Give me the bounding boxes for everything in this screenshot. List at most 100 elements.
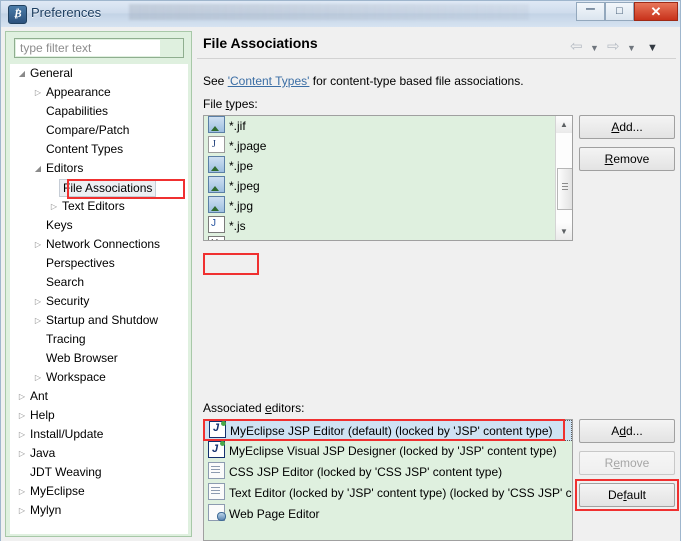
sidebar-item-tracing[interactable]: Tracing	[10, 330, 188, 349]
sidebar-item-java[interactable]: ▷ Java	[10, 444, 188, 463]
expand-arrow-icon[interactable]: ▷	[32, 292, 44, 311]
associated-editor-label: CSS JSP Editor (locked by 'CSS JSP' cont…	[229, 465, 503, 479]
file-type-row[interactable]: *.jpeg	[204, 176, 572, 196]
sidebar-item-jdt-weaving[interactable]: JDT Weaving	[10, 463, 188, 482]
expand-arrow-icon[interactable]: ▷	[16, 406, 28, 425]
sidebar-item-myeclipse[interactable]: ▷ MyEclipse	[10, 482, 188, 501]
sidebar-item-mylyn[interactable]: ▷ Mylyn	[10, 501, 188, 520]
preferences-tree[interactable]: ◢ General ▷ Appearance Capabilities Compare/P…	[10, 64, 188, 534]
associated-editor-label: MyEclipse Visual JSP Designer (locked by…	[229, 444, 557, 458]
file-types-list[interactable]: *.jif*.jpage*.jpe*.jpeg*.jpg*.js*.jsf*.j…	[203, 115, 573, 241]
forward-glyph: ⇨	[607, 38, 620, 55]
associated-editor-row[interactable]: CSS JSP Editor (locked by 'CSS JSP' cont…	[204, 462, 572, 483]
sidebar-item-keys[interactable]: Keys	[10, 216, 188, 235]
scroll-up-icon[interactable]: ▲	[556, 116, 572, 133]
file-type-row[interactable]: *.jsf	[204, 234, 572, 240]
sidebar-item-workspace[interactable]: ▷ Workspace	[10, 368, 188, 387]
window-title-bar: ₿ Preferences – □ ✕	[1, 1, 680, 28]
expand-arrow-icon[interactable]: ▷	[16, 501, 28, 520]
page-menu-icon[interactable]: ▼	[647, 40, 658, 54]
expand-arrow-icon[interactable]: ▷	[48, 197, 60, 216]
sidebar-item-install-update[interactable]: ▷ Install/Update	[10, 425, 188, 444]
expand-arrow-icon[interactable]: ▷	[32, 83, 44, 102]
back-glyph: ⇦	[570, 38, 583, 55]
file-type-row[interactable]: *.jpg	[204, 196, 572, 216]
expand-arrow-icon[interactable]: ▷	[16, 482, 28, 501]
expand-arrow-icon[interactable]: ▷	[32, 311, 44, 330]
sidebar-item-label: File Associations	[59, 179, 157, 197]
file-type-row[interactable]: *.jpage	[204, 135, 572, 156]
close-button[interactable]: ✕	[634, 2, 678, 21]
forward-dropdown-icon[interactable]: ▼	[627, 40, 636, 54]
expand-arrow-icon[interactable]: ▷	[16, 425, 28, 444]
file-type-label: *.jsf	[229, 239, 249, 240]
sidebar-item-label: Tracing	[46, 332, 86, 346]
file-type-label: *.jpeg	[229, 179, 260, 193]
expand-arrow-icon[interactable]: ▷	[32, 235, 44, 254]
filter-input-wrapper[interactable]: type filter text	[14, 38, 184, 58]
jsp-editor-icon	[208, 439, 225, 460]
remove-file-type-button[interactable]: Remove	[579, 147, 675, 171]
annotation-jsp-row	[203, 253, 259, 275]
add-editor-button[interactable]: Add...	[579, 419, 675, 443]
image-icon	[208, 196, 225, 213]
collapse-arrow-icon[interactable]: ◢	[16, 64, 28, 83]
associated-editor-row[interactable]: MyEclipse JSP Editor (default) (locked b…	[204, 420, 572, 441]
file-associations-page: File Associations ⇦ ▼ ⇨ ▼ ▼ See 'Content…	[197, 31, 679, 541]
file-type-row[interactable]: *.jif	[204, 116, 572, 136]
expand-arrow-icon[interactable]: ▷	[16, 444, 28, 463]
associated-editor-row[interactable]: Text Editor (locked by 'JSP' content typ…	[204, 483, 572, 504]
sidebar-item-editors[interactable]: ◢ Editors	[10, 159, 188, 178]
maximize-button[interactable]: □	[605, 2, 634, 21]
sidebar-item-help[interactable]: ▷ Help	[10, 406, 188, 425]
associated-editors-list[interactable]: MyEclipse JSP Editor (default) (locked b…	[203, 419, 573, 541]
jsp-editor-icon	[209, 420, 226, 438]
scrollbar-thumb[interactable]	[557, 168, 572, 210]
sidebar-item-label: MyEclipse	[30, 484, 85, 498]
sidebar-item-label: Search	[46, 275, 85, 289]
dialog-body: type filter text ◢ General ▷ Appearance Capa…	[1, 27, 680, 541]
add-file-type-button[interactable]: Add...	[579, 115, 675, 139]
sidebar-item-content-types[interactable]: Content Types	[10, 140, 188, 159]
minimize-button[interactable]: –	[576, 1, 605, 21]
sidebar-item-network-connections[interactable]: ▷ Network Connections	[10, 235, 188, 254]
filter-placeholder: type filter text	[20, 41, 92, 55]
sidebar-item-web-browser[interactable]: Web Browser	[10, 349, 188, 368]
forward-arrow-icon[interactable]: ⇨	[607, 37, 620, 55]
sidebar-item-capabilities[interactable]: Capabilities	[10, 102, 188, 121]
content-types-link[interactable]: 'Content Types'	[228, 74, 310, 88]
default-editor-button[interactable]: Default	[579, 483, 675, 507]
sidebar-item-label: Perspectives	[46, 256, 115, 270]
sidebar-item-label: Java	[30, 446, 56, 460]
sidebar-item-perspectives[interactable]: Perspectives	[10, 254, 188, 273]
back-arrow-icon[interactable]: ⇦	[570, 37, 583, 55]
sidebar-item-label: Help	[30, 408, 55, 422]
associated-editor-row[interactable]: MyEclipse Visual JSP Designer (locked by…	[204, 439, 572, 462]
file-type-row[interactable]: *.js	[204, 214, 572, 236]
text-editor-icon	[208, 483, 225, 500]
sidebar-item-general[interactable]: ◢ General	[10, 64, 188, 83]
sidebar-item-appearance[interactable]: ▷ Appearance	[10, 83, 188, 102]
sidebar-item-label: Appearance	[46, 85, 111, 99]
back-dropdown-icon[interactable]: ▼	[590, 40, 599, 54]
content-types-hint: See 'Content Types' for content-type bas…	[203, 74, 524, 88]
expand-arrow-icon[interactable]: ▷	[32, 368, 44, 387]
expand-arrow-icon[interactable]: ▷	[16, 387, 28, 406]
sidebar-item-security[interactable]: ▷ Security	[10, 292, 188, 311]
file-type-row[interactable]: *.jpe	[204, 156, 572, 176]
sidebar-item-compare-patch[interactable]: Compare/Patch	[10, 121, 188, 140]
scroll-down-icon[interactable]: ▼	[556, 223, 572, 240]
page-title: File Associations	[203, 35, 318, 51]
sidebar-item-search[interactable]: Search	[10, 273, 188, 292]
sidebar-item-ant[interactable]: ▷ Ant	[10, 387, 188, 406]
associated-editor-row[interactable]: Web Page Editor	[204, 504, 572, 525]
close-icon: ✕	[650, 4, 662, 19]
sidebar-item-label: Ant	[30, 389, 49, 403]
file-types-scrollbar[interactable]: ▲ ▼	[555, 116, 572, 240]
sidebar-item-label: Workspace	[46, 370, 106, 384]
sidebar-item-text-editors[interactable]: ▷ Text Editors	[10, 197, 188, 216]
minimize-icon: –	[586, 1, 595, 17]
sidebar-item-file-associations[interactable]: File Associations	[10, 178, 188, 197]
sidebar-item-startup-and-shutdow[interactable]: ▷ Startup and Shutdow	[10, 311, 188, 330]
collapse-arrow-icon[interactable]: ◢	[32, 159, 44, 178]
